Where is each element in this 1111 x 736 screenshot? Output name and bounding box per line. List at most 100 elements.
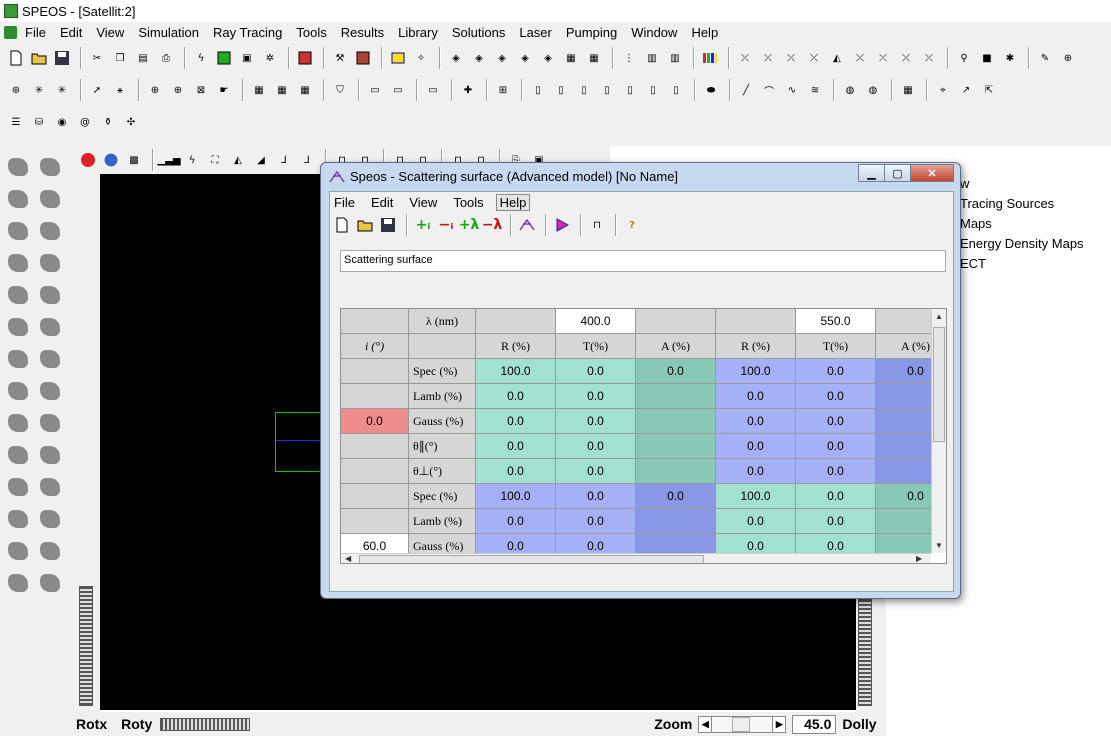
menu-solutions[interactable]: Solutions	[452, 25, 505, 40]
scatter-view-icon[interactable]	[517, 215, 537, 235]
hand-icon[interactable]: ☛	[214, 80, 234, 100]
at-icon[interactable]: @	[75, 112, 95, 132]
ray-icon-7[interactable]: ▦	[584, 48, 604, 68]
dolly-wheel[interactable]	[858, 599, 872, 706]
menu-help[interactable]: Help	[691, 25, 718, 40]
shape-icon[interactable]	[8, 350, 28, 368]
green-cube-icon[interactable]	[214, 48, 234, 68]
remove-incidence-icon[interactable]: −ᵢ	[436, 215, 456, 235]
sensor-icon[interactable]: ✧	[411, 48, 431, 68]
ray-icon-6[interactable]: ▦	[561, 48, 581, 68]
value-cell[interactable]: 0.0	[796, 434, 876, 459]
iges-icon[interactable]: ▭	[365, 80, 385, 100]
asterisk-icon[interactable]: ✱	[1000, 48, 1020, 68]
menu-file[interactable]: File	[25, 25, 46, 40]
menu-simulation[interactable]: Simulation	[138, 25, 199, 40]
value-cell[interactable]: 0.0	[796, 484, 876, 509]
open-folder-icon[interactable]	[355, 215, 375, 235]
map-icon[interactable]: ⊞	[493, 80, 513, 100]
xmb-icon[interactable]: ⊠	[191, 80, 211, 100]
globe-icon[interactable]: ⊛	[6, 80, 26, 100]
scroll-down-arrow[interactable]: ▼	[935, 541, 943, 550]
target-icon[interactable]: ⊕	[1058, 48, 1078, 68]
value-cell[interactable]: 100.0	[476, 484, 556, 509]
value-cell[interactable]: 0.0	[556, 384, 636, 409]
pin-icon[interactable]: ⚲	[954, 48, 974, 68]
gray-square-icon[interactable]: ▩	[124, 150, 144, 170]
xmp-icon-2[interactable]: ⊕	[168, 80, 188, 100]
dialog-menu-edit[interactable]: Edit	[371, 195, 393, 210]
value-cell[interactable]: 0.0	[556, 409, 636, 434]
menu-pumping[interactable]: Pumping	[566, 25, 617, 40]
grid-horizontal-scrollbar[interactable]: ◀ ▶	[341, 553, 931, 563]
ray-icon-4[interactable]: ◈	[515, 48, 535, 68]
shape-icon[interactable]	[8, 542, 28, 560]
scroll-left-arrow[interactable]: ◀	[345, 554, 351, 563]
menu-view[interactable]: View	[96, 25, 124, 40]
shape-icon[interactable]	[40, 254, 60, 272]
value-cell[interactable]	[636, 384, 716, 409]
shape-icon[interactable]	[40, 414, 60, 432]
value-cell[interactable]: 100.0	[476, 359, 556, 384]
surface-name-input[interactable]: Scattering surface	[340, 250, 946, 272]
shape-icon[interactable]	[8, 318, 28, 336]
remove-wavelength-icon[interactable]: −λ	[482, 215, 503, 235]
shape-icon[interactable]	[8, 574, 28, 592]
dialog-menu-help[interactable]: Help	[495, 193, 531, 211]
value-cell[interactable]	[876, 509, 931, 534]
value-cell[interactable]: 0.0	[716, 409, 796, 434]
value-cell[interactable]: 0.0	[636, 484, 716, 509]
value-cell[interactable]: 0.0	[796, 534, 876, 553]
tree-item-ray-tracing-sources[interactable]: Tracing Sources	[960, 196, 1054, 211]
grid-vertical-scrollbar[interactable]: ▲ ▼	[931, 309, 946, 553]
color-triangle-icon[interactable]	[552, 215, 572, 235]
zoom-left-arrow[interactable]: ◀	[698, 715, 713, 733]
save-icon[interactable]	[52, 48, 72, 68]
grid-icon-1[interactable]: ▦	[249, 80, 269, 100]
ins-icon[interactable]: ✚	[458, 80, 478, 100]
rotx-wheel[interactable]	[79, 586, 93, 706]
ray-icon-1[interactable]: ◈	[446, 48, 466, 68]
value-cell[interactable]: 0.0	[476, 459, 556, 484]
source-icon[interactable]	[388, 48, 408, 68]
disc-icon[interactable]: ◉	[52, 112, 72, 132]
shape-icon[interactable]	[8, 190, 28, 208]
ray-icon-8[interactable]: ⋮	[619, 48, 639, 68]
path-icon-6[interactable]: ⤫	[850, 48, 870, 68]
ray-icon-3[interactable]: ◈	[492, 48, 512, 68]
new-file-icon[interactable]	[6, 48, 26, 68]
ray-icon-5[interactable]: ◈	[538, 48, 558, 68]
puzzle-icon[interactable]: ✣	[121, 112, 141, 132]
spark-icon-1[interactable]: ✳	[29, 80, 49, 100]
incidence-angle-input[interactable]: 0.0	[341, 409, 409, 434]
cylinder-icon[interactable]: ⛁	[29, 112, 49, 132]
path-icon-8[interactable]: ⤫	[896, 48, 916, 68]
lightning-icon[interactable]: ϟ	[191, 48, 211, 68]
value-cell[interactable]: 0.0	[796, 409, 876, 434]
shape-icon[interactable]	[40, 446, 60, 464]
flask-icon[interactable]: ⚱	[98, 112, 118, 132]
cube-wire-icon[interactable]: ▣	[237, 48, 257, 68]
tree-item[interactable]: w	[960, 176, 969, 191]
menu-ray-tracing[interactable]: Ray Tracing	[213, 25, 282, 40]
shape-icon[interactable]	[40, 222, 60, 240]
step-icon[interactable]: ▭	[388, 80, 408, 100]
maximize-button[interactable]: ▢	[884, 164, 911, 182]
color-bars-icon[interactable]	[700, 48, 720, 68]
value-cell[interactable]: 0.0	[796, 384, 876, 409]
value-cell[interactable]: 0.0	[876, 359, 931, 384]
shape-icon[interactable]	[8, 158, 28, 176]
value-cell[interactable]	[876, 534, 931, 553]
add-incidence-icon[interactable]: +ᵢ	[413, 215, 433, 235]
shape-icon[interactable]	[8, 222, 28, 240]
value-cell[interactable]	[876, 409, 931, 434]
value-cell[interactable]: 0.0	[556, 459, 636, 484]
tool-icon-2[interactable]: ⚒	[330, 48, 350, 68]
value-cell[interactable]: 0.0	[716, 384, 796, 409]
path-icon-5[interactable]: ◭	[827, 48, 847, 68]
value-cell[interactable]	[636, 434, 716, 459]
value-cell[interactable]: 0.0	[556, 534, 636, 553]
dialog-menu-file[interactable]: File	[334, 195, 355, 210]
save-icon[interactable]	[378, 215, 398, 235]
shape-icon[interactable]	[40, 382, 60, 400]
